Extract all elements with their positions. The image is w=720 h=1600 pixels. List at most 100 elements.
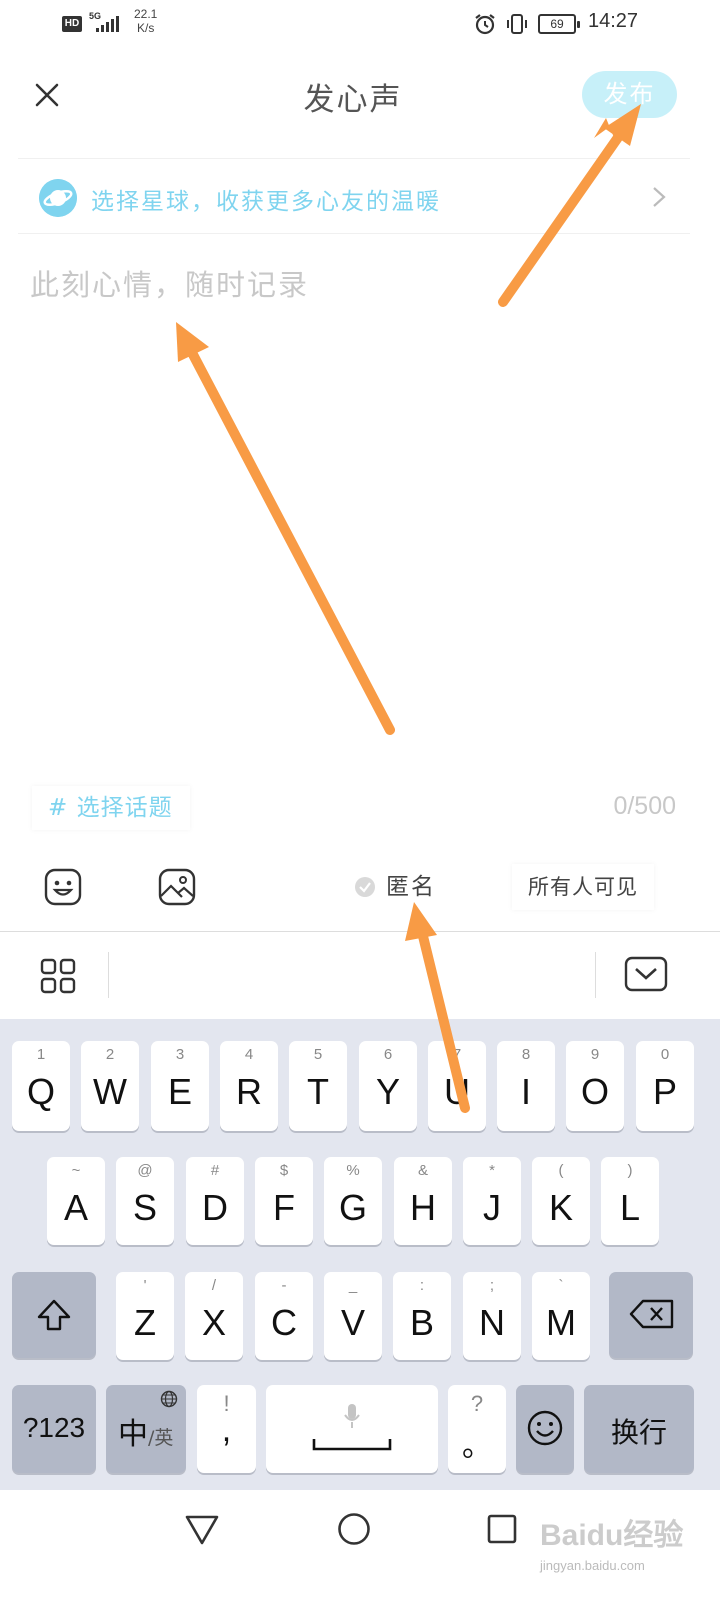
key-sub-label: @	[137, 1162, 153, 1179]
emoji-key[interactable]	[516, 1385, 574, 1473]
speed-value: 22.1	[134, 7, 158, 21]
grid-menu-icon[interactable]	[40, 958, 76, 994]
microphone-icon	[344, 1404, 360, 1428]
key-sub-label: 1	[36, 1046, 46, 1063]
alarm-icon	[475, 14, 495, 35]
select-planet-row[interactable]: 选择星球，收获更多心友的温暖	[18, 158, 690, 234]
key-sub-label: ;	[489, 1277, 495, 1294]
divider	[108, 952, 109, 998]
enter-key-label: 换行	[610, 1416, 667, 1449]
key-main-label: D	[202, 1187, 228, 1228]
key-main-label: C	[271, 1302, 297, 1343]
navigation-bar: Baidu经验 jingyan.baidu.com	[0, 1490, 720, 1600]
key-sub-label: 3	[175, 1046, 185, 1063]
numbers-key[interactable]: ?123	[12, 1385, 96, 1473]
key-p[interactable]: 0P	[636, 1041, 694, 1131]
key-main-label: K	[548, 1187, 573, 1228]
key-main-label: Q	[26, 1071, 55, 1112]
enter-key[interactable]: 换行	[584, 1385, 694, 1473]
network-speed: 22.1 K/s	[134, 7, 157, 35]
planet-prompt: 选择星球，收获更多心友的温暖	[91, 189, 441, 215]
arrow-to-input	[176, 322, 395, 735]
key-j[interactable]: * J	[463, 1157, 521, 1245]
key-main-label: S	[132, 1187, 157, 1228]
home-circle-icon[interactable]	[337, 1512, 371, 1546]
key-q[interactable]: 1Q	[12, 1041, 70, 1131]
watermark: Baidu经验 jingyan.baidu.com	[540, 1508, 700, 1588]
key-m[interactable]: ` M	[532, 1272, 590, 1360]
period-key-main: 。	[462, 1430, 492, 1463]
hide-keyboard-icon[interactable]	[624, 956, 668, 992]
key-main-label: Y	[375, 1071, 400, 1112]
key-k[interactable]: (K	[532, 1157, 590, 1245]
key-main-label: M	[546, 1302, 576, 1343]
key-x[interactable]: / X	[185, 1272, 243, 1360]
speed-unit: K/s	[137, 21, 155, 35]
chevron-right-icon	[653, 187, 666, 207]
period-key[interactable]: ? 。	[448, 1385, 506, 1473]
key-c[interactable]: -C	[255, 1272, 313, 1360]
key-sub-label: )	[627, 1162, 633, 1179]
language-switch-key[interactable]: 中 /英	[106, 1385, 186, 1473]
key-main-label: F	[273, 1187, 295, 1228]
key-sub-label: :	[419, 1277, 425, 1294]
key-v[interactable]: _ V	[324, 1272, 382, 1360]
key-z[interactable]: ' Z	[116, 1272, 174, 1360]
key-main-label: H	[410, 1187, 436, 1228]
key-i[interactable]: 8I	[497, 1041, 555, 1131]
key-main-label: T	[307, 1071, 329, 1112]
key-sub-label: 0	[660, 1046, 670, 1063]
key-main-label: B	[409, 1302, 434, 1343]
key-t[interactable]: 5T	[289, 1041, 347, 1131]
key-f[interactable]: $ F	[255, 1157, 313, 1245]
key-main-label: O	[580, 1071, 609, 1112]
mood-text-input[interactable]: 此刻心情，随时记录	[30, 262, 680, 304]
key-main-label: X	[201, 1302, 226, 1343]
key-y[interactable]: 6Y	[359, 1041, 417, 1131]
emoji-icon[interactable]	[44, 868, 82, 906]
character-counter: 0/500	[613, 792, 676, 820]
key-sub-label: 7	[452, 1046, 462, 1063]
key-u[interactable]: 7U	[428, 1041, 486, 1131]
key-w[interactable]: 2W	[81, 1041, 139, 1131]
visibility-selector[interactable]: 所有人可见	[512, 864, 654, 910]
comma-key[interactable]: ! ,	[197, 1385, 256, 1473]
key-h[interactable]: & H	[394, 1157, 452, 1245]
lang-main-label: 中	[118, 1417, 148, 1452]
key-sub-label: &	[417, 1162, 428, 1179]
key-main-label: W	[93, 1071, 127, 1112]
backspace-key[interactable]	[609, 1272, 693, 1358]
shift-key[interactable]	[12, 1272, 96, 1358]
key-sub-label: $	[279, 1162, 289, 1179]
watermark-text: Baidu经验	[540, 1519, 684, 1552]
publish-button[interactable]: 发布	[582, 71, 677, 118]
key-a[interactable]: ~ A	[47, 1157, 105, 1245]
select-topic-button[interactable]: # 选择话题	[32, 786, 190, 830]
key-sub-label: (	[558, 1162, 564, 1179]
key-l[interactable]: ) L	[601, 1157, 659, 1245]
key-b[interactable]: :B	[393, 1272, 451, 1360]
key-main-label: N	[479, 1302, 505, 1343]
globe-icon	[160, 1390, 178, 1408]
anonymous-label: 匿名	[386, 874, 436, 900]
key-r[interactable]: 4R	[220, 1041, 278, 1131]
space-key[interactable]	[266, 1385, 438, 1473]
key-s[interactable]: @ S	[116, 1157, 174, 1245]
key-main-label: V	[340, 1302, 365, 1343]
hd-icon: HD	[62, 16, 82, 32]
recent-apps-icon[interactable]	[487, 1514, 517, 1544]
key-sub-label: 2	[105, 1046, 115, 1063]
key-sub-label: 9	[590, 1046, 600, 1063]
key-sub-label: _	[348, 1277, 358, 1294]
smiley-icon	[527, 1410, 563, 1446]
image-icon[interactable]	[158, 868, 196, 906]
backspace-icon	[629, 1299, 674, 1329]
key-g[interactable]: % G	[324, 1157, 382, 1245]
key-n[interactable]: ; N	[463, 1272, 521, 1360]
key-e[interactable]: 3E	[151, 1041, 209, 1131]
back-triangle-icon[interactable]	[184, 1514, 220, 1546]
key-d[interactable]: # D	[186, 1157, 244, 1245]
check-circle-icon	[355, 877, 375, 897]
divider	[595, 952, 596, 998]
key-o[interactable]: 9O	[566, 1041, 624, 1131]
